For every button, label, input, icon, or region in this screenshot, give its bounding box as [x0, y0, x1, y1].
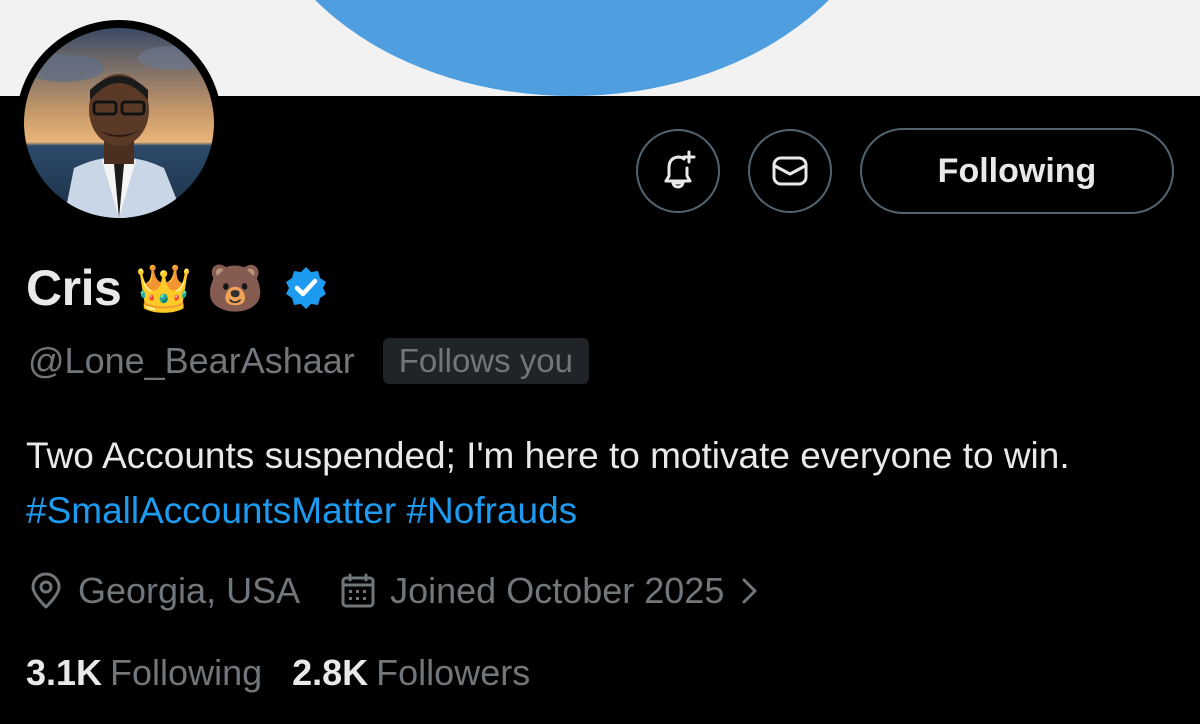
envelope-icon [772, 156, 808, 186]
location-pin-icon [31, 572, 61, 609]
name-row: Cris 👑 🐻 [26, 256, 330, 320]
message-button[interactable] [748, 129, 832, 213]
follow-stats: 3.1K Following 2.8K Followers [26, 648, 530, 698]
crown-emoji: 👑 [135, 262, 193, 314]
notify-button[interactable] [636, 129, 720, 213]
handle-row: @Lone_BearAshaar Follows you [28, 336, 589, 386]
banner-graphic [252, 0, 892, 96]
bio-text: Two Accounts suspended; I'm here to moti… [26, 435, 1070, 476]
followers-stat[interactable]: 2.8K Followers [292, 652, 530, 694]
location: Georgia, USA [28, 570, 300, 612]
location-text: Georgia, USA [78, 570, 301, 611]
following-label: Following [110, 652, 263, 693]
avatar-image [24, 28, 214, 218]
following-count: 3.1K [26, 652, 103, 693]
join-date[interactable]: Joined October 2025 [340, 570, 776, 612]
profile-meta: Georgia, USA Joined October 2025 [28, 566, 776, 616]
following-stat[interactable]: 3.1K Following [26, 652, 262, 694]
verified-badge-icon[interactable] [282, 264, 330, 312]
followers-count: 2.8K [292, 652, 369, 693]
bell-plus-icon [664, 150, 696, 189]
chevron-right-icon [742, 578, 757, 604]
profile-page: Following Cris 👑 🐻 @Lone_BearAshaar Foll… [0, 0, 1200, 724]
display-name: Cris [26, 260, 122, 316]
join-date-text: Joined October 2025 [390, 570, 725, 611]
user-handle: @Lone_BearAshaar [28, 340, 355, 381]
following-button[interactable]: Following [860, 128, 1174, 214]
hashtag-link[interactable]: #SmallAccountsMatter [26, 490, 396, 531]
hashtag-link[interactable]: #Nofrauds [406, 490, 577, 531]
bear-emoji: 🐻 [206, 262, 264, 314]
calendar-icon [341, 573, 375, 608]
avatar[interactable] [16, 20, 222, 226]
follows-you-badge: Follows you [382, 338, 589, 384]
profile-bio: Two Accounts suspended; I'm here to moti… [26, 428, 1176, 538]
followers-label: Followers [376, 652, 531, 693]
